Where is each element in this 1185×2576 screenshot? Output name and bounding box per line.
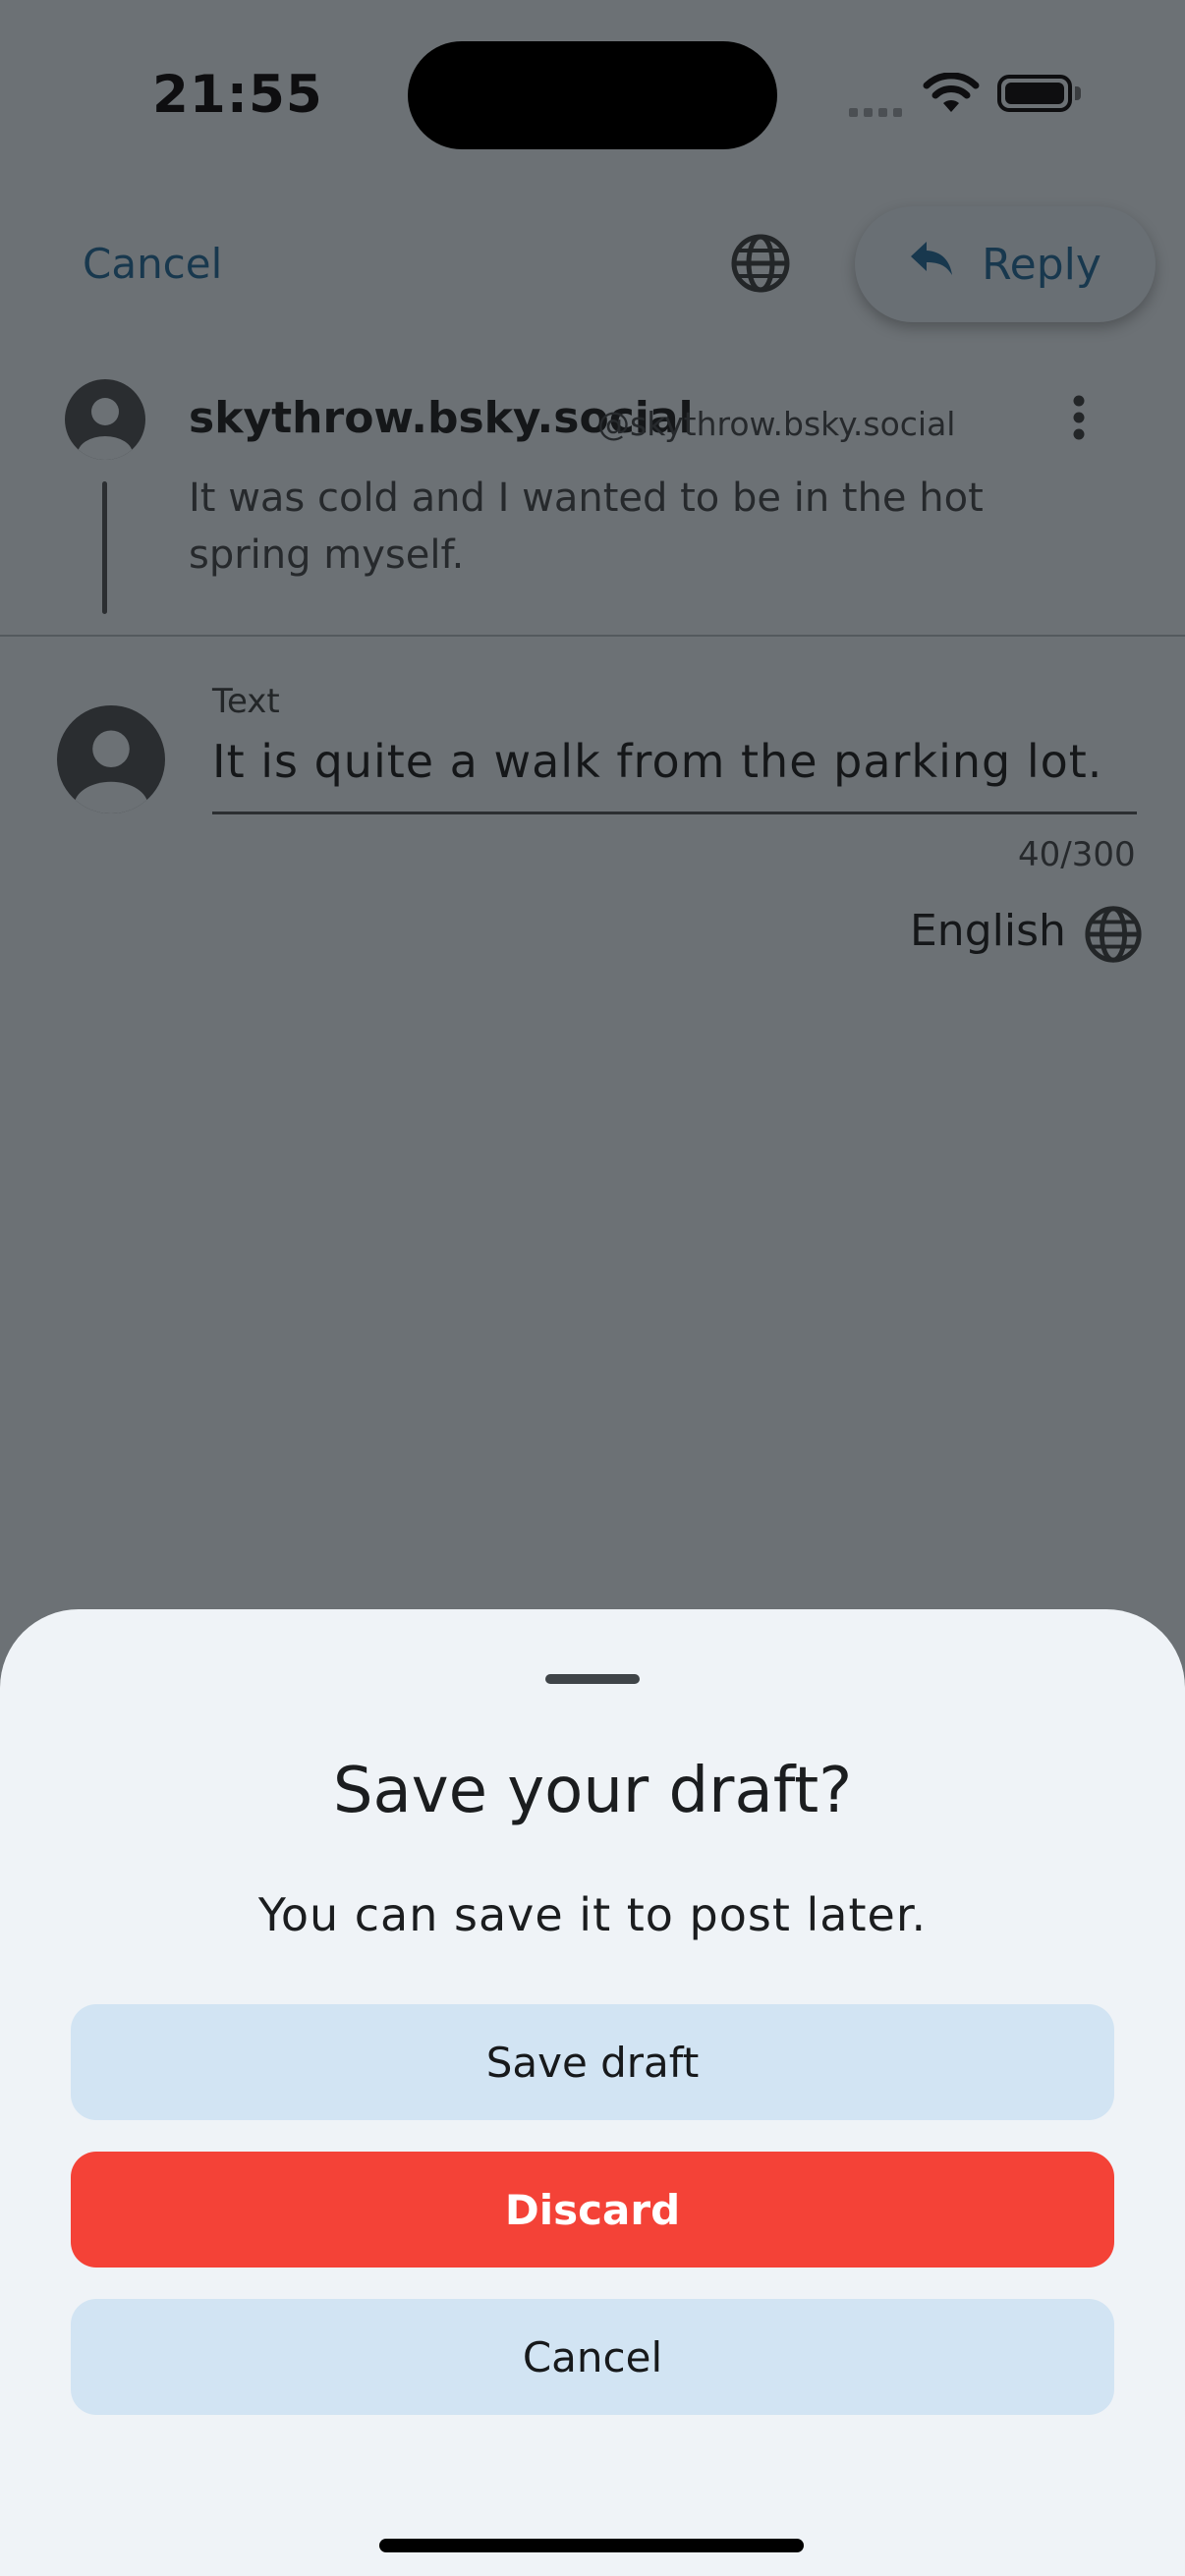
save-draft-button[interactable]: Save draft	[71, 2004, 1114, 2120]
more-vertical-icon[interactable]	[1065, 393, 1093, 446]
cell-signal-icon	[849, 102, 908, 121]
reply-label: Reply	[982, 239, 1101, 290]
status-time: 21:55	[152, 65, 323, 125]
thread-line	[102, 481, 107, 614]
sheet-drag-handle[interactable]	[545, 1674, 640, 1684]
divider	[0, 635, 1185, 637]
home-indicator[interactable]	[379, 2539, 804, 2552]
text-field-underline	[212, 812, 1137, 814]
wifi-icon	[922, 72, 981, 120]
reply-arrow-icon	[909, 240, 954, 290]
sheet-subtitle: You can save it to post later.	[257, 1888, 928, 1941]
cancel-button[interactable]: Cancel	[71, 2299, 1114, 2415]
cancel-link[interactable]: Cancel	[83, 240, 222, 288]
avatar-icon	[57, 705, 165, 817]
dynamic-island	[408, 41, 777, 149]
parent-post-text: It was cold and I wanted to be in the ho…	[189, 476, 984, 578]
globe-icon[interactable]	[1083, 904, 1144, 969]
sheet-title: Save your draft?	[332, 1755, 853, 1827]
avatar-icon[interactable]	[65, 379, 145, 464]
globe-icon[interactable]	[729, 232, 792, 299]
language-selector-label[interactable]: English	[910, 906, 1066, 956]
parent-handle: @skythrow.bsky.social	[597, 405, 956, 443]
post-text-input[interactable]: It is quite a walk from the parking lot.	[212, 735, 1102, 788]
battery-icon	[997, 75, 1072, 112]
discard-button[interactable]: Discard	[71, 2152, 1114, 2268]
reply-button[interactable]: Reply	[855, 206, 1156, 322]
character-count: 40/300	[1018, 835, 1136, 874]
battery-tip	[1075, 86, 1081, 100]
text-field-label: Text	[212, 682, 280, 721]
